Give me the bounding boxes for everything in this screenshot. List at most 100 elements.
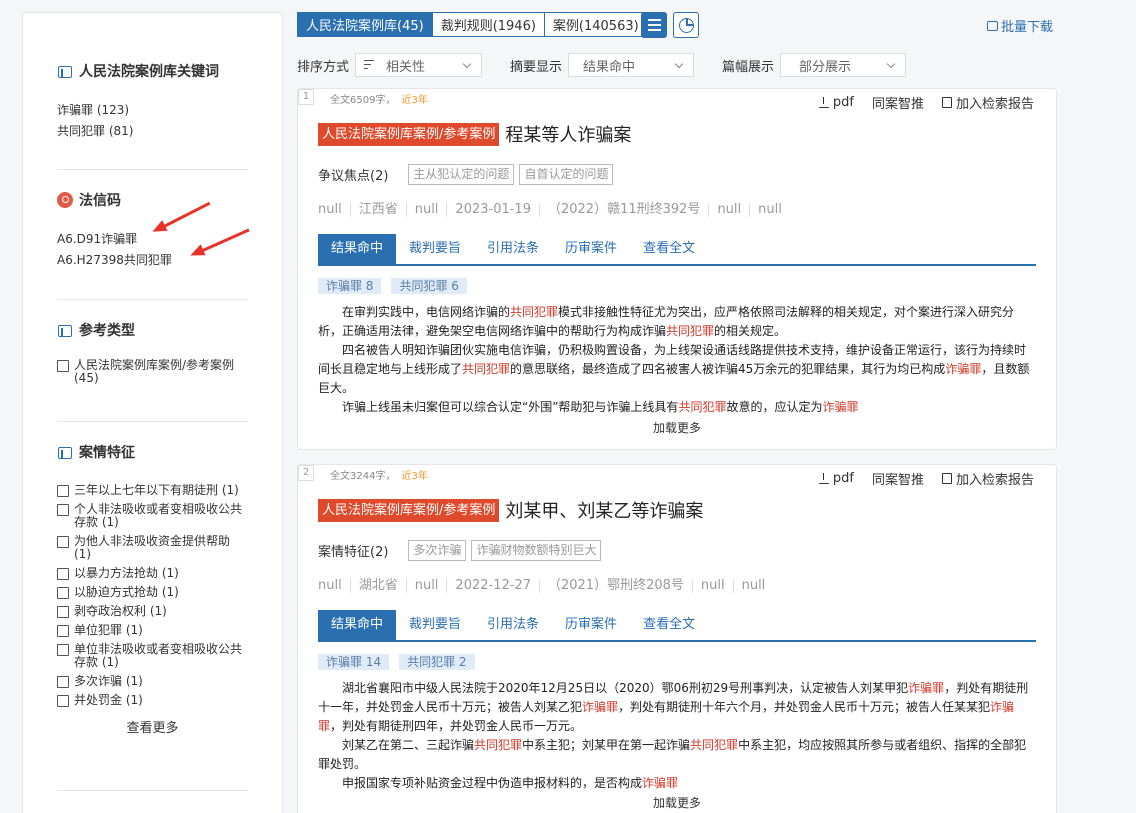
- sort-select[interactable]: 相关性: [355, 53, 483, 77]
- see-more-link[interactable]: 查看更多: [57, 717, 248, 736]
- feature-option[interactable]: 单位非法吸收或者变相吸收公共存款 (1): [57, 643, 248, 669]
- checkbox[interactable]: [57, 536, 69, 548]
- tab-trial-history[interactable]: 历审案件: [552, 234, 630, 264]
- case-title[interactable]: 刘某甲、刘某乙等诈骗案: [505, 497, 703, 523]
- feature-option[interactable]: 以暴力方法抢劫 (1): [57, 567, 248, 580]
- faxinma-item[interactable]: A6.H27398共同犯罪: [57, 250, 248, 271]
- pdf-button[interactable]: pdf: [818, 93, 854, 112]
- features-title: 案情特征: [57, 441, 248, 463]
- similar-case-button[interactable]: 同案智推: [872, 469, 924, 488]
- similar-case-button[interactable]: 同案智推: [872, 93, 924, 112]
- hit-badge[interactable]: 共同犯罪 6: [391, 278, 467, 294]
- sort-label: 排序方式: [297, 59, 350, 75]
- divider: [57, 421, 248, 422]
- result-content-tabs: 结果命中 裁判要旨 引用法条 历审案件 查看全文: [318, 234, 1036, 266]
- tab-judgment-gist[interactable]: 裁判要旨: [396, 610, 474, 640]
- batch-download-button[interactable]: 批量下载: [986, 16, 1053, 35]
- sort-row: 排序方式 相关性 摘要显示 结果命中 篇幅展示 部分展示: [297, 53, 934, 77]
- focus-chip[interactable]: 自首认定的问题: [519, 164, 614, 185]
- hit-counts: 诈骗罪 8 共同犯罪 6: [318, 278, 477, 294]
- sidebar: 人民法院案例库关键词 诈骗罪 (123) 共同犯罪 (81) 法信码 A6.D9…: [22, 12, 283, 813]
- case-title[interactable]: 程某等人诈骗案: [505, 121, 631, 147]
- tab-cited-laws[interactable]: 引用法条: [474, 234, 552, 264]
- document-add-icon: [941, 97, 952, 108]
- checkbox[interactable]: [57, 644, 69, 656]
- excerpt-paragraph: 在审判实践中，电信网络诈骗的共同犯罪模式非接触性特征尤为突出，应严格依照司法解释…: [318, 305, 1015, 338]
- feature-option[interactable]: 为他人非法吸收资金提供帮助 (1): [57, 535, 248, 561]
- result-actions: pdf 同案智推 加入检索报告: [801, 469, 1034, 488]
- hit-badge[interactable]: 诈骗罪 14: [318, 654, 390, 670]
- result-title-row: 人民法院案例库案例/参考案例 程某等人诈骗案: [318, 121, 631, 147]
- feature-option[interactable]: 剥夺政治权利 (1): [57, 605, 248, 618]
- chevron-down-icon: [674, 59, 684, 69]
- pdf-button[interactable]: pdf: [818, 469, 854, 488]
- keyword-item[interactable]: 共同犯罪 (81): [57, 121, 248, 142]
- feature-option[interactable]: 以胁迫方式抢劫 (1): [57, 586, 248, 599]
- summary-select[interactable]: 结果命中: [568, 53, 695, 77]
- focus-label: 争议焦点(2): [318, 169, 389, 184]
- feature-option[interactable]: 并处罚金 (1): [57, 694, 248, 707]
- tab-judgment-gist[interactable]: 裁判要旨: [396, 234, 474, 264]
- keywords-title: 人民法院案例库关键词: [57, 60, 248, 82]
- result-number: 2: [298, 465, 314, 481]
- checkbox[interactable]: [57, 606, 69, 618]
- excerpt-paragraph: 诈骗上线虽未归案但可以综合认定“外围”帮助犯与诈骗上线具有共同犯罪故意的，应认定…: [342, 400, 859, 414]
- checkbox[interactable]: [57, 676, 69, 688]
- focus-row: 争议焦点(2) 主从犯认定的问题 自首认定的问题: [318, 164, 618, 185]
- tab-cases[interactable]: 案例(140563): [543, 12, 648, 37]
- ref-type-title: 参考类型: [57, 319, 248, 341]
- add-to-report-button[interactable]: 加入检索报告: [941, 93, 1034, 112]
- load-more-button[interactable]: 加载更多: [298, 794, 1056, 811]
- keyword-item[interactable]: 诈骗罪 (123): [57, 100, 248, 121]
- chevron-down-icon: [886, 59, 896, 69]
- add-to-report-button[interactable]: 加入检索报告: [941, 469, 1034, 488]
- checkbox[interactable]: [57, 568, 69, 580]
- load-more-button[interactable]: 加载更多: [298, 419, 1056, 436]
- document-add-icon: [941, 473, 952, 484]
- checkbox[interactable]: [57, 485, 69, 497]
- tab-trial-history[interactable]: 历审案件: [552, 610, 630, 640]
- feature-option[interactable]: 单位犯罪 (1): [57, 624, 248, 637]
- book-icon: [57, 63, 73, 79]
- tab-cited-laws[interactable]: 引用法条: [474, 610, 552, 640]
- feature-chip[interactable]: 诈骗财物数额特别巨大: [471, 540, 602, 561]
- result-meta: 全文6509字， 近3年: [330, 95, 428, 106]
- focus-chip[interactable]: 主从犯认定的问题: [408, 164, 515, 185]
- length-select[interactable]: 部分展示: [780, 53, 907, 77]
- checkbox[interactable]: [57, 625, 69, 637]
- tab-judgment-rules[interactable]: 裁判规则(1946): [431, 12, 545, 37]
- hit-badge[interactable]: 诈骗罪 8: [318, 278, 382, 294]
- tab-hit-results[interactable]: 结果命中: [318, 610, 397, 640]
- feature-option[interactable]: 三年以上七年以下有期徒刑 (1): [57, 484, 248, 497]
- hit-badge[interactable]: 共同犯罪 2: [399, 654, 475, 670]
- tab-full-text[interactable]: 查看全文: [630, 610, 708, 640]
- result-content-tabs: 结果命中 裁判要旨 引用法条 历审案件 查看全文: [318, 610, 1036, 642]
- pie-chart-icon: [679, 18, 694, 33]
- result-number: 1: [298, 89, 314, 105]
- list-view-button[interactable]: [641, 12, 667, 38]
- excerpt-paragraph: 刘某乙在第二、三起诈骗共同犯罪中系主犯；刘某甲在第一起诈骗共同犯罪中系主犯，均应…: [318, 738, 1027, 771]
- checkbox[interactable]: [57, 587, 69, 599]
- divider: [57, 169, 248, 170]
- case-info-row: null 湖北省 null 2022-12-27 （2021）鄂刑终208号 null nu…: [318, 578, 766, 593]
- feature-option[interactable]: 多次诈骗 (1): [57, 675, 248, 688]
- keywords-section: 人民法院案例库关键词 诈骗罪 (123) 共同犯罪 (81): [57, 60, 248, 142]
- checkbox[interactable]: [57, 360, 69, 372]
- case-type-tag: 人民法院案例库案例/参考案例: [318, 498, 500, 522]
- checkbox[interactable]: [57, 504, 69, 516]
- tab-full-text[interactable]: 查看全文: [630, 234, 708, 264]
- checkbox[interactable]: [57, 695, 69, 707]
- excerpt-paragraph: 湖北省襄阳市中级人民法院于2020年12月25日以（2020）鄂06刑初29号刑…: [318, 681, 1029, 733]
- ref-type-option[interactable]: 人民法院案例库案例/参考案例 (45): [57, 359, 248, 385]
- chart-view-button[interactable]: [673, 12, 699, 38]
- book-icon: [57, 322, 73, 338]
- download-icon: [986, 20, 998, 31]
- hit-counts: 诈骗罪 14 共同犯罪 2: [318, 654, 485, 670]
- feature-chip[interactable]: 多次诈骗: [408, 540, 467, 561]
- length-label: 篇幅展示: [722, 59, 775, 75]
- feature-option[interactable]: 个人非法吸收或者变相吸收公共存款 (1): [57, 503, 248, 529]
- divider: [57, 790, 248, 791]
- faxinma-title: 法信码: [57, 189, 248, 211]
- tab-case-library[interactable]: 人民法院案例库(45): [297, 12, 433, 37]
- tab-hit-results[interactable]: 结果命中: [318, 234, 397, 264]
